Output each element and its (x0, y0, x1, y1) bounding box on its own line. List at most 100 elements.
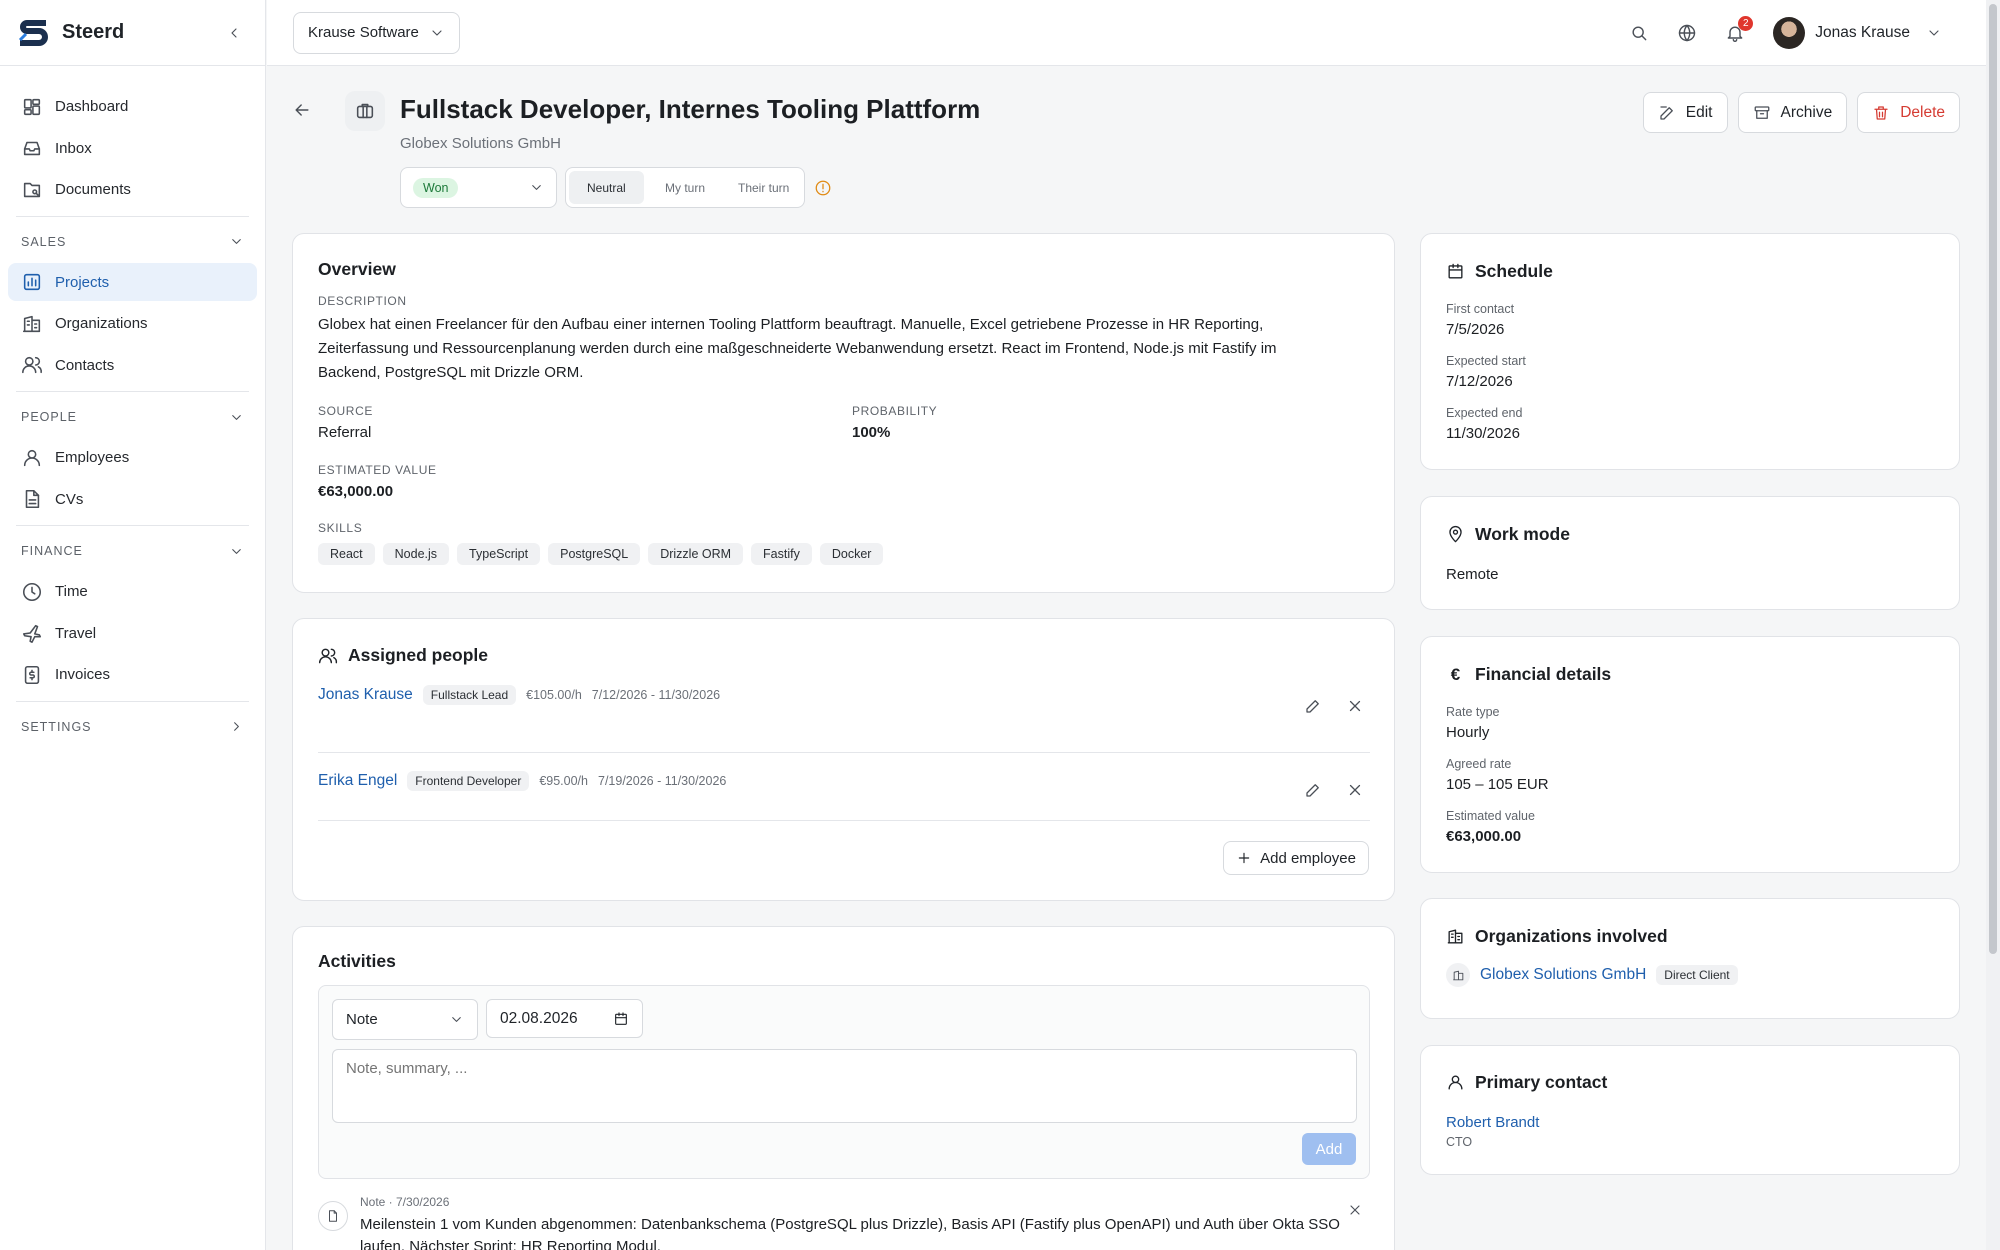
activity-note-input[interactable] (332, 1049, 1357, 1123)
project-type-icon (345, 91, 385, 131)
edit-button[interactable]: Edit (1642, 92, 1728, 133)
add-employee-button[interactable]: Add employee (1223, 841, 1369, 875)
alert-circle-icon (815, 180, 831, 196)
documents-icon (23, 182, 41, 197)
primary-contact-link[interactable]: Robert Brandt (1446, 1114, 1539, 1131)
sidebar: Steerd Dashboard Inbox Documents SALES P… (0, 0, 266, 1250)
sidebar-item-label: Inbox (55, 139, 92, 157)
delete-button[interactable]: Delete (1857, 92, 1960, 133)
note-icon-wrap (318, 1201, 348, 1231)
estimated-value-label: ESTIMATED VALUE (318, 463, 437, 477)
skills-list: React Node.js TypeScript PostgreSQL Drizzle … (318, 543, 891, 565)
chevron-left-icon (231, 27, 237, 38)
section-people[interactable]: PEOPLE (8, 399, 257, 435)
delete-activity-button[interactable] (1340, 1195, 1370, 1225)
sidebar-item-dashboard[interactable]: Dashboard (8, 88, 257, 126)
scrollbar-thumb[interactable] (1989, 4, 1997, 954)
archive-button[interactable]: Archive (1737, 92, 1848, 133)
app-name: Steerd (62, 21, 125, 43)
notification-badge: 2 (1738, 15, 1754, 31)
chevron-down-icon (1929, 29, 1939, 36)
assignment-info: Erika Engel Frontend Developer €95.00/h … (318, 771, 1370, 791)
page-title: Fullstack Developer, Internes Tooling Pl… (400, 94, 981, 124)
building-icon (22, 315, 41, 332)
divider (16, 525, 249, 526)
organizations-title-row: Organizations involved (1446, 926, 1668, 947)
globe-icon[interactable] (1677, 23, 1697, 43)
person-link[interactable]: Erika Engel (318, 772, 397, 790)
overview-title: Overview (318, 259, 396, 279)
chevron-down-icon (452, 1017, 461, 1022)
sidebar-item-contacts[interactable]: Contacts (8, 346, 257, 384)
edit-assignment-button[interactable] (1298, 691, 1328, 721)
invoice-icon (24, 665, 40, 684)
section-settings[interactable]: SETTINGS (8, 709, 257, 745)
work-mode-value: Remote (1446, 566, 1499, 583)
add-activity-button[interactable]: Add (1302, 1133, 1356, 1165)
sidebar-item-employees[interactable]: Employees (8, 439, 257, 477)
assignment-info: Jonas Krause Fullstack Lead €105.00/h 7/… (318, 685, 1370, 705)
sidebar-item-invoices[interactable]: Invoices (8, 656, 257, 694)
rate-type-label: Rate type (1446, 705, 1500, 719)
section-label: SETTINGS (21, 719, 92, 734)
probability-value: 100% (852, 424, 891, 441)
section-label: FINANCE (21, 544, 83, 558)
pencil-icon (1306, 784, 1319, 797)
collapse-sidebar-button[interactable] (219, 18, 249, 48)
source-label: SOURCE (318, 404, 373, 418)
chevron-down-icon (232, 414, 241, 420)
dashboard-icon (23, 98, 41, 115)
sidebar-item-time[interactable]: Time (8, 573, 257, 611)
section-finance[interactable]: FINANCE (8, 533, 257, 569)
skill-chip: Docker (819, 543, 884, 565)
person-link[interactable]: Jonas Krause (318, 686, 413, 704)
turn-my-turn[interactable]: My turn (648, 171, 723, 204)
sidebar-item-label: Documents (55, 181, 131, 198)
search-icon[interactable] (1629, 23, 1649, 43)
activity-type-select[interactable]: Note (332, 999, 478, 1040)
sidebar-nav: Dashboard Inbox Documents SALES Projects… (0, 66, 265, 745)
projects-icon (23, 273, 41, 291)
organization-select[interactable]: Krause Software (293, 11, 460, 54)
back-button[interactable] (292, 100, 312, 120)
sidebar-item-label: CVs (55, 490, 84, 508)
divider (16, 700, 249, 702)
sidebar-item-organizations[interactable]: Organizations (8, 305, 257, 343)
scrollbar[interactable] (1986, 0, 2000, 1250)
edit-assignment-button[interactable] (1298, 775, 1328, 805)
date-range: 7/12/2026 - 11/30/2026 (591, 688, 721, 702)
remove-assignment-button[interactable] (1340, 691, 1370, 721)
sidebar-item-label: Contacts (55, 356, 115, 374)
skill-chip: Fastify (751, 543, 812, 565)
assigned-people-card: Assigned people Jonas Krause Fullstack L… (292, 618, 1395, 901)
organizations-title: Organizations involved (1475, 926, 1668, 946)
archive-label: Archive (1780, 103, 1833, 121)
project-actions: Edit Archive Delete (1642, 92, 1960, 133)
status-select[interactable]: Won (400, 167, 557, 208)
rate-type-value: Hourly (1446, 724, 1490, 741)
employees-icon (23, 449, 41, 466)
remove-assignment-button[interactable] (1340, 775, 1370, 805)
contacts-icon (22, 356, 42, 374)
row-actions (1298, 775, 1370, 805)
sidebar-item-projects[interactable]: Projects (8, 263, 257, 301)
organization-link[interactable]: Globex Solutions GmbH (1480, 966, 1646, 984)
archive-icon (1754, 105, 1769, 119)
sidebar-item-inbox[interactable]: Inbox (8, 129, 257, 167)
notifications-button[interactable]: 2 (1725, 15, 1754, 43)
section-sales[interactable]: SALES (8, 224, 257, 260)
sidebar-item-travel[interactable]: Travel (8, 614, 257, 652)
sidebar-item-cvs[interactable]: CVs (8, 480, 257, 518)
sidebar-item-label: Organizations (55, 315, 148, 332)
user-menu[interactable]: Jonas Krause (1773, 16, 1942, 49)
estimated-value: €63,000.00 (318, 483, 394, 500)
turn-neutral[interactable]: Neutral (569, 171, 644, 204)
warning-indicator[interactable] (814, 179, 832, 197)
avatar (1773, 16, 1806, 49)
rate: €95.00/h (539, 774, 588, 788)
user-icon (1448, 1075, 1463, 1090)
sidebar-item-documents[interactable]: Documents (8, 171, 257, 209)
organization-avatar (1446, 963, 1470, 987)
activity-date-input[interactable]: 02.08.2026 (486, 999, 643, 1038)
turn-their-turn[interactable]: Their turn (726, 171, 801, 204)
